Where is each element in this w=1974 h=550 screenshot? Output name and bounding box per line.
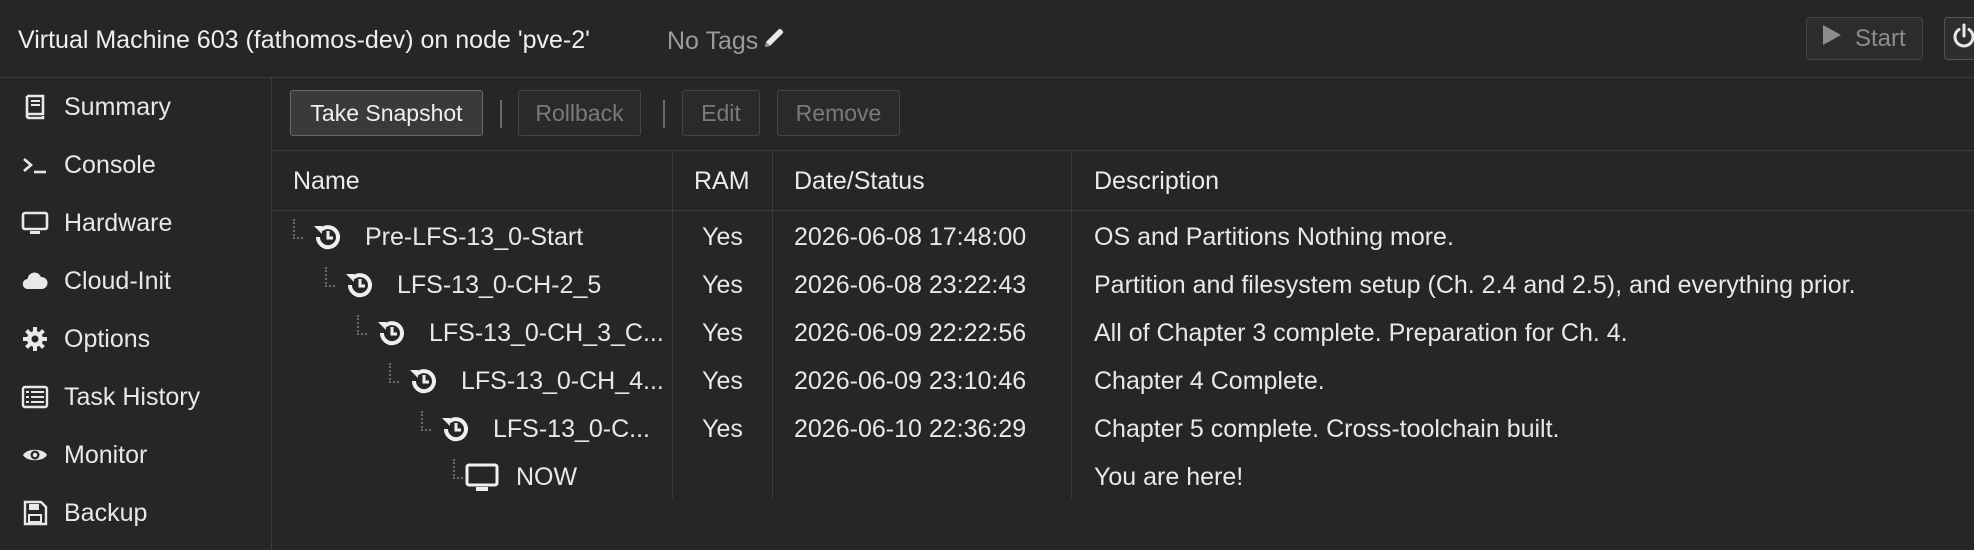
snapshot-date: 2026-06-09 23:10:46 — [794, 366, 1027, 395]
snapshot-ram: Yes — [702, 270, 743, 299]
eye-icon — [19, 439, 51, 471]
start-button-label: Start — [1855, 24, 1906, 52]
sidebar-item-label: Options — [64, 324, 151, 353]
monitor-icon — [465, 460, 499, 494]
sidebar-item-monitor[interactable]: Monitor — [0, 426, 272, 484]
snapshot-ram: Yes — [702, 414, 743, 443]
toolbar-separator — [500, 100, 502, 128]
sidebar-item-backup[interactable]: Backup — [0, 484, 272, 542]
column-header-date-status[interactable]: Date/Status — [794, 151, 925, 211]
snapshot-date: 2026-06-10 22:36:29 — [794, 414, 1027, 443]
column-header-name[interactable]: Name — [293, 151, 360, 211]
sidebar-item-summary[interactable]: Summary — [0, 78, 272, 136]
pencil-icon[interactable] — [762, 26, 786, 57]
sidebar-item-label: Cloud-Init — [64, 266, 171, 295]
sidebar-item-task-history[interactable]: Task History — [0, 368, 272, 426]
snapshot-icon — [311, 220, 345, 254]
snapshot-name: LFS-13_0-CH_3_C... — [429, 318, 664, 347]
snapshot-description: All of Chapter 3 complete. Preparation f… — [1094, 318, 1628, 347]
sidebar-item-label: Summary — [64, 92, 171, 121]
tags-label: No Tags — [667, 27, 759, 55]
sidebar: Summary Console Hardware Cloud-Init Opti… — [0, 78, 272, 550]
sidebar-item-cloud-init[interactable]: Cloud-Init — [0, 252, 272, 310]
snapshot-ram — [673, 453, 772, 501]
terminal-icon — [19, 149, 51, 181]
snapshot-description: Chapter 4 Complete. — [1094, 366, 1325, 395]
snapshot-description: Partition and filesystem setup (Ch. 2.4 … — [1094, 270, 1856, 299]
snapshot-toolbar: Take Snapshot Rollback Edit Remove — [273, 78, 1974, 151]
sidebar-item-hardware[interactable]: Hardware — [0, 194, 272, 252]
sidebar-item-label: Backup — [64, 498, 148, 527]
tree-connector — [421, 411, 431, 431]
gear-icon — [19, 323, 51, 355]
vm-title: Virtual Machine 603 (fathomos-dev) on no… — [18, 26, 590, 54]
snapshot-ram: Yes — [702, 222, 743, 251]
take-snapshot-button[interactable]: Take Snapshot — [290, 90, 483, 136]
snapshot-description: OS and Partitions Nothing more. — [1094, 222, 1454, 251]
list-icon — [19, 381, 51, 413]
tree-connector — [357, 315, 367, 335]
snapshot-name: LFS-13_0-C... — [493, 414, 651, 443]
snapshot-date: 2026-06-09 22:22:56 — [794, 318, 1027, 347]
snapshot-icon — [375, 316, 409, 350]
toolbar-separator — [663, 100, 665, 128]
shutdown-button[interactable] — [1944, 17, 1974, 60]
tree-connector — [325, 267, 335, 287]
snapshot-name: LFS-13_0-CH-2_5 — [397, 270, 602, 299]
snapshot-name: Pre-LFS-13_0-Start — [365, 222, 584, 251]
tree-connector — [453, 459, 463, 479]
sidebar-item-console[interactable]: Console — [0, 136, 272, 194]
book-icon — [19, 91, 51, 123]
monitor-icon — [19, 207, 51, 239]
snapshot-description: Chapter 5 complete. Cross-toolchain buil… — [1094, 414, 1560, 443]
rollback-button[interactable]: Rollback — [518, 90, 641, 136]
tree-connector — [389, 363, 399, 383]
snapshot-icon — [439, 412, 473, 446]
snapshot-date: 2026-06-08 17:48:00 — [794, 222, 1027, 251]
snapshot-name: NOW — [516, 462, 578, 491]
table-row-now[interactable]: NOW You are here! — [273, 453, 1974, 501]
play-icon — [1821, 23, 1843, 54]
title-bar: Virtual Machine 603 (fathomos-dev) on no… — [0, 0, 1974, 78]
cloud-icon — [19, 265, 51, 297]
sidebar-item-label: Task History — [64, 382, 201, 411]
grid-header: Name RAM Date/Status Description — [273, 151, 1974, 211]
sidebar-item-options[interactable]: Options — [0, 310, 272, 368]
snapshot-icon — [343, 268, 377, 302]
sidebar-item-label: Monitor — [64, 440, 148, 469]
snapshot-date: 2026-06-08 23:22:43 — [794, 270, 1027, 299]
edit-button[interactable]: Edit — [682, 90, 760, 136]
table-row[interactable]: LFS-13_0-CH_4... Yes 2026-06-09 23:10:46… — [273, 357, 1974, 405]
snapshot-ram: Yes — [702, 366, 743, 395]
snapshot-name: LFS-13_0-CH_4... — [461, 366, 664, 395]
snapshot-ram: Yes — [702, 318, 743, 347]
snapshot-date — [794, 453, 1064, 501]
table-row[interactable]: LFS-13_0-CH_3_C... Yes 2026-06-09 22:22:… — [273, 309, 1974, 357]
snapshot-icon — [407, 364, 441, 398]
column-header-ram[interactable]: RAM — [694, 151, 750, 211]
sidebar-item-label: Console — [64, 150, 156, 179]
sidebar-item-label: Hardware — [64, 208, 173, 237]
remove-button[interactable]: Remove — [777, 90, 900, 136]
table-row[interactable]: Pre-LFS-13_0-Start Yes 2026-06-08 17:48:… — [273, 213, 1974, 261]
snapshot-description: You are here! — [1094, 462, 1244, 491]
table-row[interactable]: LFS-13_0-CH-2_5 Yes 2026-06-08 23:22:43 … — [273, 261, 1974, 309]
start-button[interactable]: Start — [1806, 17, 1923, 60]
tags[interactable]: No Tags — [667, 26, 786, 57]
floppy-icon — [19, 497, 51, 529]
snapshot-grid: Name RAM Date/Status Description Pre-LFS… — [273, 151, 1974, 550]
column-header-description[interactable]: Description — [1094, 151, 1219, 211]
power-icon — [1951, 23, 1974, 54]
table-row[interactable]: LFS-13_0-C... Yes 2026-06-10 22:36:29 Ch… — [273, 405, 1974, 453]
tree-connector — [293, 219, 303, 239]
